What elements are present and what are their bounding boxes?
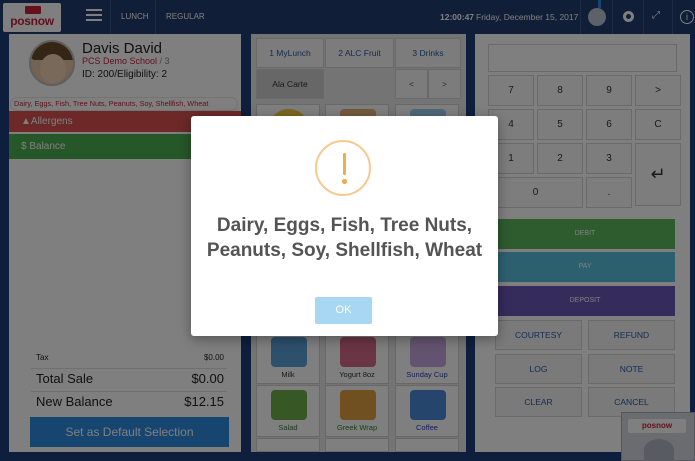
allergy-alert-dialog: Dairy, Eggs, Fish, Tree Nuts, Peanuts, S…: [191, 116, 498, 336]
warning-icon: [315, 140, 371, 196]
ok-button[interactable]: OK: [315, 297, 372, 324]
alert-message: Dairy, Eggs, Fish, Tree Nuts, Peanuts, S…: [206, 215, 483, 261]
